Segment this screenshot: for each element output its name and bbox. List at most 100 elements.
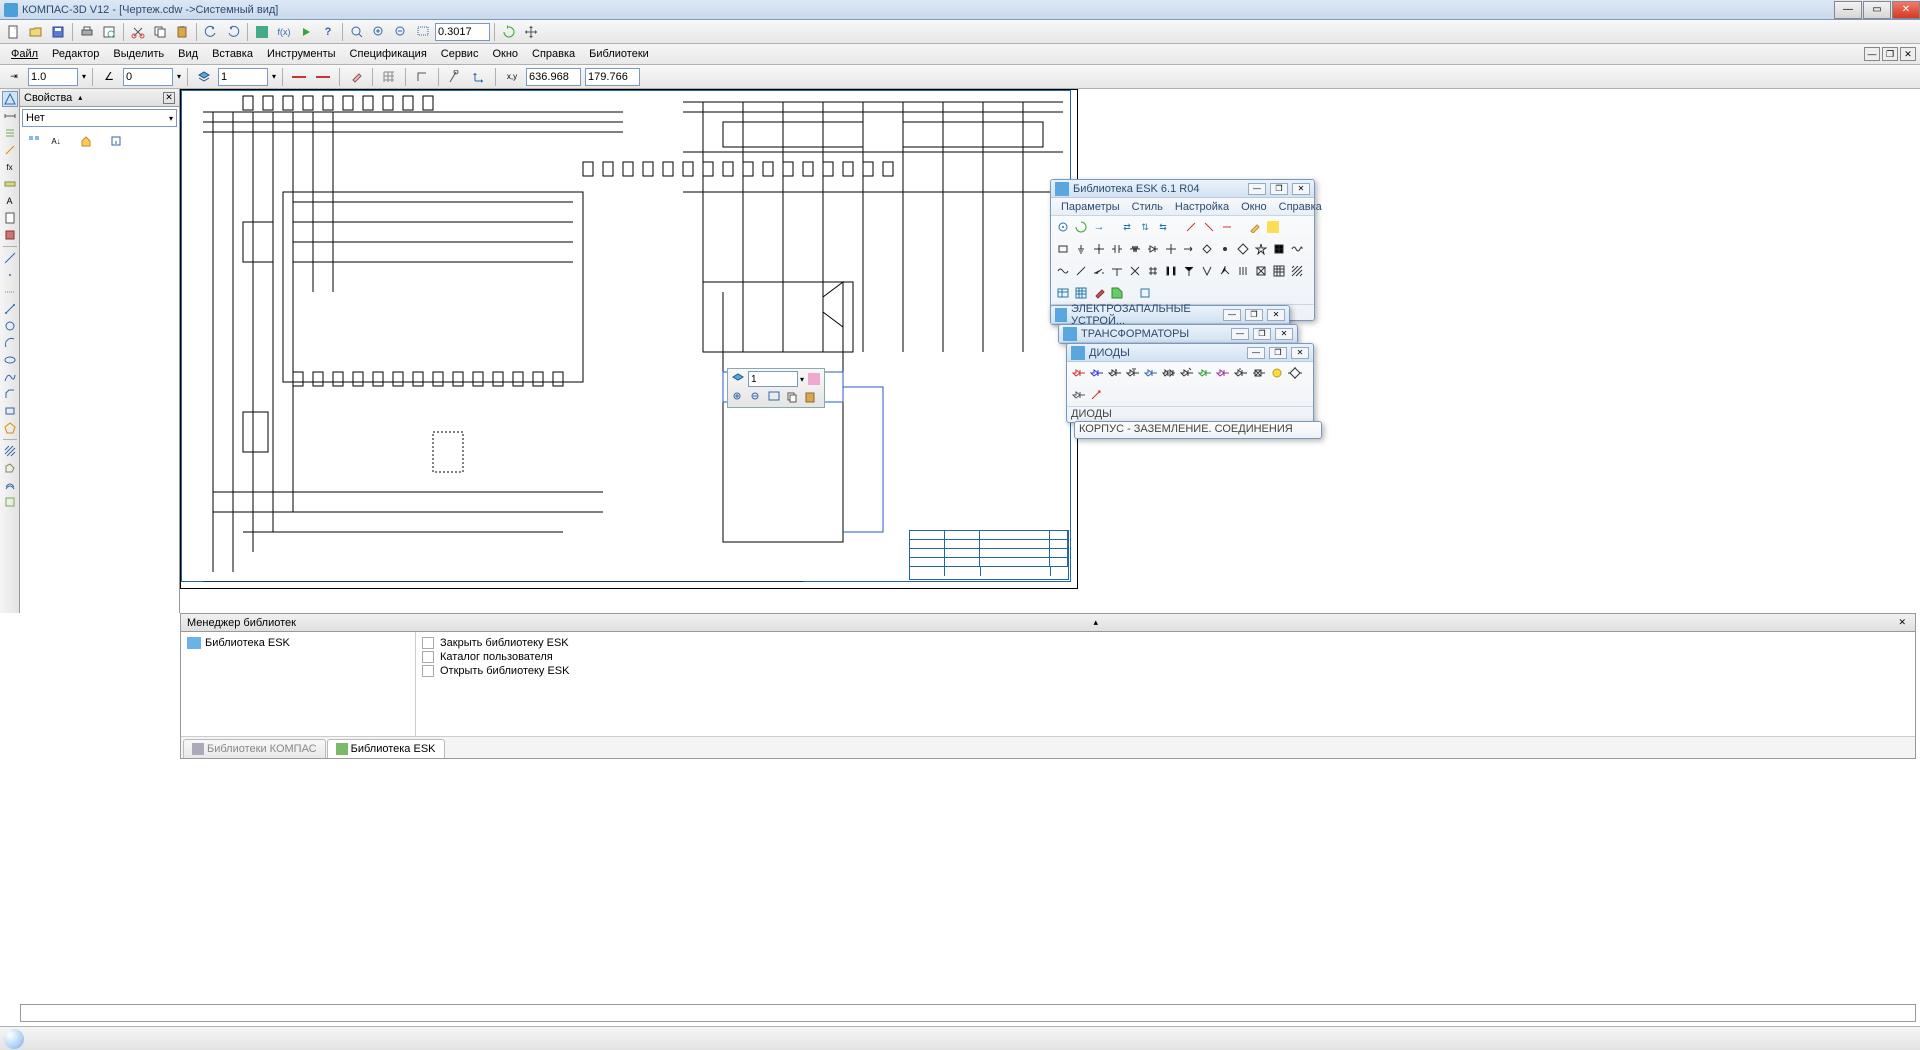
ellipse-button[interactable] xyxy=(2,352,18,368)
measure-button[interactable] xyxy=(2,176,18,192)
list-item[interactable]: Закрыть библиотеку ESK xyxy=(420,636,1911,650)
zoom-out-button[interactable] xyxy=(391,22,411,42)
esk-btn-tag-icon[interactable] xyxy=(1109,285,1125,301)
diode-8-icon[interactable] xyxy=(1197,365,1213,381)
esk-comp-res-icon[interactable] xyxy=(1127,241,1143,257)
esk-comp-y-icon[interactable] xyxy=(1181,263,1197,279)
layer-button[interactable] xyxy=(194,67,214,87)
esk-comp-fork-icon[interactable] xyxy=(1217,263,1233,279)
electrozapal-minimize-button[interactable]: ― xyxy=(1223,309,1241,321)
start-orb-icon[interactable] xyxy=(4,1029,24,1049)
esk-comp-rhomb-icon[interactable] xyxy=(1235,241,1251,257)
menu-file[interactable]: Файл xyxy=(4,46,45,62)
grid-button[interactable] xyxy=(379,67,399,87)
help-button[interactable]: ? xyxy=(318,22,338,42)
paste-button[interactable] xyxy=(172,22,192,42)
refresh-button[interactable] xyxy=(499,22,519,42)
esk-comp-wave-icon[interactable] xyxy=(1055,263,1071,279)
esk-btn-note-icon[interactable] xyxy=(1265,219,1281,235)
undo-button[interactable] xyxy=(201,22,221,42)
collect-contour-button[interactable] xyxy=(2,494,18,510)
prop-info-button[interactable] xyxy=(106,131,126,151)
electrozapal-restore-button[interactable]: ❐ xyxy=(1245,309,1263,321)
esk-menu-settings[interactable]: Настройка xyxy=(1169,200,1235,214)
menu-window[interactable]: Окно xyxy=(485,46,525,62)
transformers-close-button[interactable]: ✕ xyxy=(1275,328,1293,340)
snap-round-button[interactable] xyxy=(445,67,465,87)
transformers-restore-button[interactable]: ❐ xyxy=(1253,328,1271,340)
esk-comp-bracket-icon[interactable] xyxy=(1163,263,1179,279)
menu-tools[interactable]: Инструменты xyxy=(260,46,343,62)
esk-menu-window[interactable]: Окно xyxy=(1235,200,1273,214)
menu-service[interactable]: Сервис xyxy=(434,46,486,62)
ctx-layer-button[interactable] xyxy=(730,371,746,387)
edit-button[interactable] xyxy=(2,142,18,158)
param-button[interactable]: fx xyxy=(2,159,18,175)
diode-extra2-icon[interactable] xyxy=(1089,387,1105,403)
diodes-close-button[interactable]: ✕ xyxy=(1291,347,1309,359)
esk-comp-rect-icon[interactable] xyxy=(1055,241,1071,257)
save-button[interactable] xyxy=(48,22,68,42)
diodes-minimize-button[interactable]: ― xyxy=(1247,347,1265,359)
esk-comp-node-icon[interactable] xyxy=(1091,241,1107,257)
esk-comp-dot-icon[interactable] xyxy=(1217,241,1233,257)
esk-btn-info-icon[interactable] xyxy=(1137,285,1153,301)
minimize-button[interactable]: ― xyxy=(1834,1,1862,19)
menu-view[interactable]: Вид xyxy=(171,46,205,62)
mdi-minimize-button[interactable]: ― xyxy=(1864,47,1880,61)
diode-11-icon[interactable] xyxy=(1251,365,1267,381)
esk-comp-t-icon[interactable] xyxy=(1109,263,1125,279)
esk-btn-table-icon[interactable] xyxy=(1055,285,1071,301)
electrozapal-close-button[interactable]: ✕ xyxy=(1267,309,1285,321)
esk-comp-diamond-icon[interactable] xyxy=(1199,241,1215,257)
esk-panel-transformers[interactable]: ТРАНСФОРМАТОРЫ ― ❐ ✕ xyxy=(1058,324,1298,344)
menu-specification[interactable]: Спецификация xyxy=(343,46,434,62)
arc-button[interactable] xyxy=(2,335,18,351)
step-button[interactable]: ⇥ xyxy=(4,67,24,87)
diode-5-icon[interactable] xyxy=(1143,365,1159,381)
copy-button[interactable] xyxy=(150,22,170,42)
zoom-field[interactable] xyxy=(435,23,490,41)
rectangle-button[interactable] xyxy=(2,403,18,419)
prop-categorized-button[interactable] xyxy=(24,131,44,151)
diode-6-icon[interactable] xyxy=(1161,365,1177,381)
diode-2-icon[interactable] xyxy=(1089,365,1105,381)
library-manager-close-button[interactable]: ✕ xyxy=(1895,617,1909,628)
eraser-button[interactable] xyxy=(346,67,366,87)
spline-button[interactable] xyxy=(2,369,18,385)
esk-btn-arrow-right-icon[interactable]: → xyxy=(1091,219,1107,235)
diode-9-icon[interactable] xyxy=(1215,365,1231,381)
esk-comp-slash-icon[interactable] xyxy=(1073,263,1089,279)
assoc-button[interactable] xyxy=(2,227,18,243)
open-button[interactable] xyxy=(26,22,46,42)
drawing-canvas[interactable]: ▾ xyxy=(180,89,1920,613)
prop-home-button[interactable] xyxy=(76,131,96,151)
esk-btn-edit-icon[interactable] xyxy=(1247,219,1263,235)
properties-pin-button[interactable]: ▴ xyxy=(74,92,86,104)
esk-btn-grid-icon[interactable] xyxy=(1073,285,1089,301)
menu-libraries[interactable]: Библиотеки xyxy=(582,46,656,62)
esk-panel-electrozapal[interactable]: ЭЛЕКТРОЗАПАЛЬНЫЕ УСТРОЙ... ― ❐ ✕ xyxy=(1050,305,1290,325)
menu-insert[interactable]: Вставка xyxy=(205,46,260,62)
transformers-minimize-button[interactable]: ― xyxy=(1231,328,1249,340)
hatch-button[interactable] xyxy=(2,443,18,459)
ortho-button[interactable] xyxy=(412,67,432,87)
line-style-2-button[interactable] xyxy=(313,67,333,87)
menu-help[interactable]: Справка xyxy=(525,46,582,62)
step-field[interactable] xyxy=(28,68,78,86)
esk-minimize-button[interactable]: ― xyxy=(1248,183,1266,195)
geometry-button[interactable] xyxy=(2,91,18,107)
esk-comp-star-icon[interactable] xyxy=(1253,241,1269,257)
new-doc-button[interactable] xyxy=(4,22,24,42)
play-button[interactable] xyxy=(296,22,316,42)
esk-comp-coil-icon[interactable] xyxy=(1289,241,1305,257)
properties-close-button[interactable]: ✕ xyxy=(163,92,175,104)
diode-extra1-icon[interactable] xyxy=(1071,387,1087,403)
esk-btn-double-arrow-icon[interactable]: ⇆ xyxy=(1155,219,1171,235)
esk-comp-gridfill-icon[interactable] xyxy=(1271,263,1287,279)
mdi-close-button[interactable]: ✕ xyxy=(1900,47,1916,61)
properties-combo[interactable]: Нет ▾ xyxy=(22,109,177,127)
list-item[interactable]: Каталог пользователя xyxy=(420,650,1911,664)
ctx-copy-button[interactable] xyxy=(784,389,800,405)
zoom-fit-button[interactable] xyxy=(347,22,367,42)
